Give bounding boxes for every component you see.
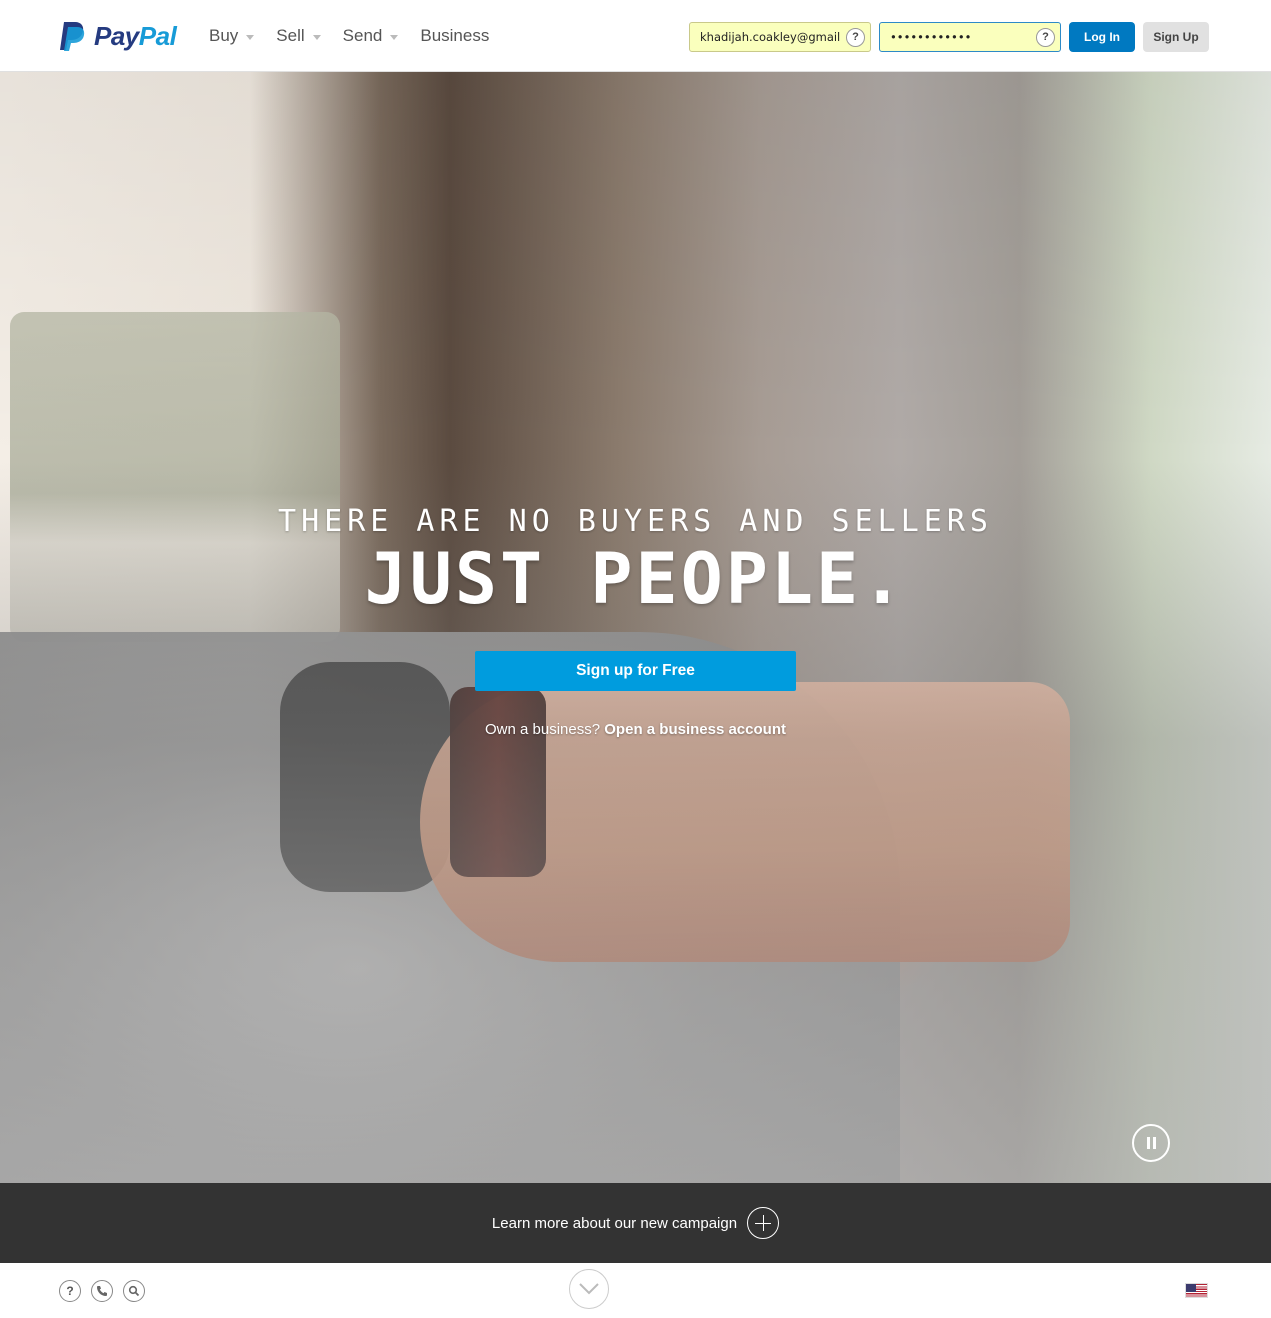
signup-button[interactable]: Sign Up	[1143, 22, 1209, 52]
hero-video: THERE ARE NO BUYERS AND SELLERS JUST PEO…	[0, 72, 1271, 1183]
password-field-wrapper: ?	[879, 22, 1061, 52]
campaign-text[interactable]: Learn more about our new campaign	[492, 1215, 737, 1232]
login-button[interactable]: Log In	[1069, 22, 1135, 52]
email-help-icon[interactable]: ?	[846, 28, 865, 47]
brand-pay: Pay	[94, 20, 139, 51]
site-header: PayPal Buy Sell Send Business ? ? Log In…	[0, 0, 1271, 72]
footer-icons: ?	[59, 1280, 155, 1302]
flag-canton	[1186, 1284, 1196, 1292]
help-icon[interactable]: ?	[59, 1280, 81, 1302]
hero-headline: JUST PEOPLE.	[364, 538, 907, 620]
password-help-icon[interactable]: ?	[1036, 28, 1055, 47]
business-prompt-text: Own a business?	[485, 721, 601, 738]
main-nav: Buy Sell Send Business	[209, 24, 511, 48]
paypal-wordmark: PayPal	[94, 20, 177, 52]
help-symbol: ?	[66, 1284, 74, 1298]
chevron-down-icon	[246, 34, 255, 40]
nav-send-label: Send	[342, 26, 383, 45]
password-field[interactable]	[880, 23, 1060, 51]
us-flag-icon[interactable]	[1185, 1283, 1208, 1298]
email-field[interactable]	[690, 23, 870, 51]
brand-pal: Pal	[138, 20, 177, 51]
chevron-down-icon	[390, 34, 399, 40]
nav-send[interactable]: Send	[343, 26, 399, 46]
nav-sell-label: Sell	[276, 26, 305, 45]
pause-icon[interactable]	[1132, 1124, 1170, 1162]
nav-buy-label: Buy	[209, 26, 239, 45]
plus-icon[interactable]	[747, 1207, 780, 1239]
hero-content: THERE ARE NO BUYERS AND SELLERS JUST PEO…	[0, 504, 1271, 738]
business-prompt: Own a business? Open a business account	[0, 721, 1271, 738]
hero-tagline: THERE ARE NO BUYERS AND SELLERS	[278, 504, 993, 539]
signup-free-button[interactable]: Sign up for Free	[475, 651, 796, 691]
chevron-down-icon	[312, 34, 321, 40]
search-icon[interactable]	[123, 1280, 145, 1302]
footer: ?	[0, 1263, 1271, 1318]
scroll-down-button[interactable]	[569, 1269, 609, 1309]
phone-icon[interactable]	[91, 1280, 113, 1302]
campaign-bar[interactable]: Learn more about our new campaign	[0, 1183, 1271, 1263]
nav-sell[interactable]: Sell	[276, 26, 321, 46]
nav-business[interactable]: Business	[420, 26, 489, 46]
chevron-down-icon	[579, 1283, 599, 1295]
search-glyph	[128, 1285, 140, 1297]
nav-business-label: Business	[420, 26, 490, 45]
email-field-wrapper: ?	[689, 22, 871, 52]
paypal-mark-icon	[60, 22, 85, 51]
open-business-account-link[interactable]: Open a business account	[604, 721, 786, 738]
nav-buy[interactable]: Buy	[209, 26, 255, 46]
login-form: ? ? Log In Sign Up	[689, 22, 1209, 52]
phone-glyph	[97, 1286, 107, 1296]
paypal-logo[interactable]: PayPal	[58, 19, 177, 53]
